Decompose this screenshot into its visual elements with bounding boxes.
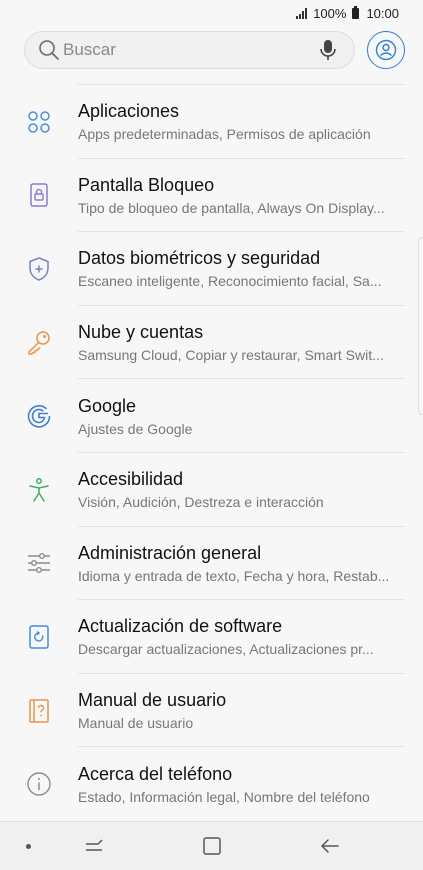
navigation-bar (0, 821, 423, 870)
mic-icon[interactable] (318, 38, 338, 62)
item-title: Pantalla Bloqueo (78, 174, 215, 195)
profile-icon (375, 39, 397, 61)
search-input[interactable]: Buscar (24, 31, 355, 69)
battery-icon (352, 5, 360, 19)
settings-item-pantalla-bloqueo[interactable]: Pantalla Bloqueo Tipo de bloqueo de pant… (0, 159, 423, 233)
search-row: Buscar (24, 30, 405, 70)
key-icon (28, 330, 50, 355)
status-bar: 100% 10:00 (0, 0, 423, 26)
item-title: Actualización de software (78, 616, 283, 637)
search-placeholder: Buscar (63, 40, 116, 59)
scroll-indicator[interactable] (418, 237, 423, 415)
google-icon (27, 405, 51, 428)
settings-item-administracion-general[interactable]: Administración general Idioma y entrada … (0, 527, 423, 601)
settings-item-aplicaciones[interactable]: Aplicaciones Apps predeterminadas, Permi… (0, 85, 423, 159)
settings-item-actualizacion-software[interactable]: Actualización de software Descargar actu… (0, 600, 423, 674)
item-subtitle: Idioma y entrada de texto, Fecha y hora,… (78, 567, 390, 584)
user-manual-icon (29, 698, 49, 723)
accessibility-icon (29, 477, 49, 502)
settings-item-manual-usuario[interactable]: Manual de usuario Manual de usuario (0, 674, 423, 748)
item-subtitle: Escaneo inteligente, Reconocimiento faci… (78, 273, 382, 290)
item-title: Administración general (78, 542, 262, 563)
settings-list: Aplicaciones Apps predeterminadas, Permi… (0, 85, 423, 821)
settings-item-biometricos[interactable]: Datos biométricos y seguridad Escaneo in… (0, 232, 423, 306)
back-icon[interactable] (318, 834, 342, 858)
item-title: Nube y cuentas (78, 322, 204, 343)
item-subtitle: Descargar actualizaciones, Actualizacion… (78, 641, 374, 658)
lock-screen-icon (30, 183, 48, 208)
item-subtitle: Apps predeterminadas, Permisos de aplica… (78, 126, 371, 143)
info-icon (27, 772, 51, 796)
home-icon[interactable] (200, 834, 224, 858)
item-subtitle: Tipo de bloqueo de pantalla, Always On D… (78, 199, 385, 216)
apps-icon (28, 111, 50, 133)
item-title: Accesibilidad (78, 469, 184, 490)
clock: 10:00 (366, 5, 399, 21)
item-title: Datos biométricos y seguridad (78, 248, 321, 269)
settings-item-nube-cuentas[interactable]: Nube y cuentas Samsung Cloud, Copiar y r… (0, 306, 423, 380)
item-subtitle: Manual de usuario (78, 715, 194, 732)
battery-level: 100% (313, 5, 347, 21)
item-title: Google (78, 395, 137, 416)
search-icon (39, 40, 59, 60)
item-subtitle: Estado, Información legal, Nombre del te… (78, 788, 370, 805)
settings-item-acerca-telefono[interactable]: Acerca del teléfono Estado, Información … (0, 747, 423, 821)
item-title: Acerca del teléfono (78, 763, 233, 784)
settings-item-google[interactable]: Google Ajustes de Google (0, 379, 423, 453)
item-subtitle: Visión, Audición, Destreza e interacción (78, 494, 324, 511)
sliders-icon (28, 553, 50, 574)
settings-item-accesibilidad[interactable]: Accesibilidad Visión, Audición, Destreza… (0, 453, 423, 527)
item-title: Aplicaciones (78, 101, 180, 122)
signal-icon (296, 7, 308, 19)
recent-apps-icon[interactable] (83, 834, 107, 858)
shield-icon (29, 257, 49, 281)
item-subtitle: Ajustes de Google (78, 420, 193, 437)
nav-dot-icon[interactable] (26, 844, 31, 849)
software-update-icon (29, 625, 49, 649)
profile-button[interactable] (367, 31, 405, 69)
item-subtitle: Samsung Cloud, Copiar y restaurar, Smart… (78, 347, 384, 364)
item-title: Manual de usuario (78, 690, 227, 711)
